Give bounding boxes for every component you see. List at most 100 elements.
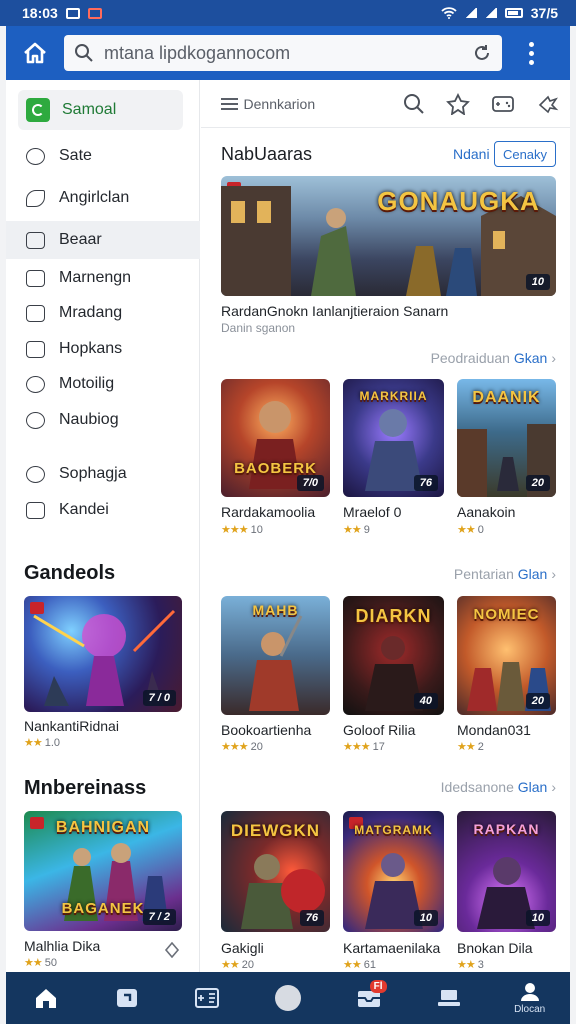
nav-center[interactable] <box>258 972 318 1024</box>
card-rating: ★★ 3 <box>457 959 484 971</box>
badge-label: 20 <box>525 475 550 491</box>
featured-caption[interactable]: RardanGnokn Ianlanjtieraion Sanarn <box>221 303 448 319</box>
see-all-link[interactable]: Peodraiduan Gkan › <box>431 350 556 366</box>
game-thumbnail[interactable]: BAHNIGAN BAGANEK 7 / 2 <box>24 811 182 931</box>
card-rating: ★★★ 17 <box>343 741 385 753</box>
game-thumbnail[interactable]: 7 / 0 <box>24 596 182 712</box>
sidebar-item-hopkans[interactable]: Hopkans <box>6 331 200 367</box>
section-title: Mnbereinass <box>24 777 147 799</box>
sidebar-item-marnengn[interactable]: Marnengn <box>6 260 200 296</box>
reload-icon[interactable] <box>472 43 492 63</box>
card-title[interactable]: Aanakoin <box>457 504 515 520</box>
game-thumbnail[interactable]: BAOBERK 7/0 <box>221 379 330 497</box>
favorites-button[interactable] <box>436 80 481 128</box>
card-rating: ★★ 2 <box>457 741 484 753</box>
badge-label: 10 <box>413 910 438 926</box>
sidebar-item-label: Sate <box>59 147 92 164</box>
game-thumbnail[interactable]: NOMIEC 20 <box>457 596 556 715</box>
badge-label: 7 / 2 <box>142 909 176 925</box>
sidebar-item-kandei[interactable]: Kandei <box>6 492 200 528</box>
sidebar-item-label: Samoal <box>62 101 117 118</box>
star-icon <box>446 92 471 115</box>
nav-gallery[interactable] <box>97 972 157 1024</box>
section-title: Gandeols <box>24 562 116 584</box>
game-logo: GONAUGKA <box>377 186 540 216</box>
nav-games[interactable] <box>177 972 237 1024</box>
sidebar-item-naubiog[interactable]: Naubiog <box>6 402 200 438</box>
share-icon <box>538 95 558 113</box>
sidebar-item-active[interactable]: Samoal <box>18 90 183 130</box>
camera-icon <box>26 147 45 165</box>
game-thumbnail[interactable]: DIARKN 40 <box>343 596 444 715</box>
bag-icon <box>26 269 45 287</box>
card-title[interactable]: NankantiRidnai <box>24 718 119 734</box>
clock: 18:03 <box>22 5 58 21</box>
sidebar-item-label: Marnengn <box>59 269 132 286</box>
url-input[interactable] <box>104 42 462 64</box>
card-title[interactable]: Malhlia Dika <box>24 938 100 954</box>
sidebar-item-label: Sophagja <box>59 465 127 482</box>
game-thumbnail[interactable]: DIEWGKN 76 <box>221 811 330 932</box>
notification-icon <box>65 7 80 19</box>
sidebar-item-sate[interactable]: Sate <box>6 138 200 174</box>
game-logo-text: MAHB <box>252 602 299 618</box>
card-title[interactable]: Mondan031 <box>457 722 531 738</box>
share-button[interactable] <box>525 80 570 128</box>
badge-label: 76 <box>413 475 438 491</box>
gamepad-icon <box>195 988 220 1008</box>
sidebar-item-sophagja[interactable]: Sophagja <box>6 456 200 492</box>
see-all-link[interactable]: Pentarian Glan › <box>454 566 556 582</box>
badge-label: 10 <box>525 910 550 926</box>
sidebar-item-mradang[interactable]: Mradang <box>6 295 200 331</box>
see-all-link[interactable]: Idedsanone Glan › <box>441 779 556 795</box>
page-content: Samoal Sate Angirlclan Beaar Marnengn Mr… <box>6 80 570 972</box>
search-button[interactable] <box>391 80 436 128</box>
nav-inbox[interactable]: Fl <box>339 972 399 1024</box>
search-icon <box>403 93 424 114</box>
featured-banner[interactable]: GONAUGKA 10 <box>221 176 556 296</box>
sidebar-item-beaar[interactable]: Beaar <box>6 221 200 259</box>
game-thumbnail[interactable]: MARKRIIA 76 <box>343 379 444 497</box>
bookmark-icon[interactable] <box>164 942 180 958</box>
game-thumbnail[interactable]: DAANIK 20 <box>457 379 556 497</box>
battery-icon <box>504 8 523 18</box>
toolbar-label: Dennkarion <box>243 95 316 112</box>
sword-icon <box>26 231 45 249</box>
signal-2-icon <box>484 8 497 18</box>
featured-more-link[interactable]: Ndani <box>453 146 490 162</box>
game-thumbnail[interactable]: MATGRAMK 10 <box>343 811 444 932</box>
game-thumbnail[interactable]: RAPKAN 10 <box>457 811 556 932</box>
home-button[interactable] <box>6 26 64 80</box>
leaf-icon <box>26 189 45 207</box>
menu-icon[interactable] <box>221 97 238 110</box>
home-icon <box>24 42 46 64</box>
badge-label: 20 <box>525 693 550 709</box>
wifi-icon <box>441 7 457 19</box>
card-title[interactable]: Bookoartienha <box>221 722 311 738</box>
card-title[interactable]: Kartamaenilaka <box>343 940 440 956</box>
nav-home[interactable] <box>16 972 76 1024</box>
badge-label: 10 <box>525 274 550 290</box>
featured-action-button[interactable]: Cenaky <box>494 141 556 167</box>
nav-devices[interactable] <box>419 972 479 1024</box>
sidebar-item-angirlclan[interactable]: Angirlclan <box>6 180 200 216</box>
nav-profile[interactable]: Dlocan <box>500 972 560 1024</box>
gamepad-button[interactable] <box>481 80 526 128</box>
rating-value: 50 <box>44 957 57 969</box>
sidebar-item-motoilig[interactable]: Motoilig <box>6 366 200 402</box>
ticket-icon <box>26 340 45 358</box>
game-thumbnail[interactable]: MAHB <box>221 596 330 715</box>
rating-value: 1.0 <box>44 737 61 749</box>
overflow-menu-button[interactable] <box>502 41 560 65</box>
badge-label: 76 <box>299 910 324 926</box>
card-title[interactable]: Gakigli <box>221 940 264 956</box>
url-bar[interactable] <box>64 35 502 71</box>
battery-level: 37/5 <box>530 5 558 21</box>
card-title[interactable]: Bnokan Dila <box>457 940 533 956</box>
main-content: Dennkarion NabUaaras Ndani Cenaky GONAUG… <box>201 80 570 972</box>
game-logo-text: RAPKAN <box>473 821 540 837</box>
card-title[interactable]: Rardakamoolia <box>221 504 315 520</box>
card-title[interactable]: Mraelof 0 <box>343 504 401 520</box>
featured-title: NabUaaras <box>221 144 313 164</box>
card-title[interactable]: Goloof Rilia <box>343 722 415 738</box>
